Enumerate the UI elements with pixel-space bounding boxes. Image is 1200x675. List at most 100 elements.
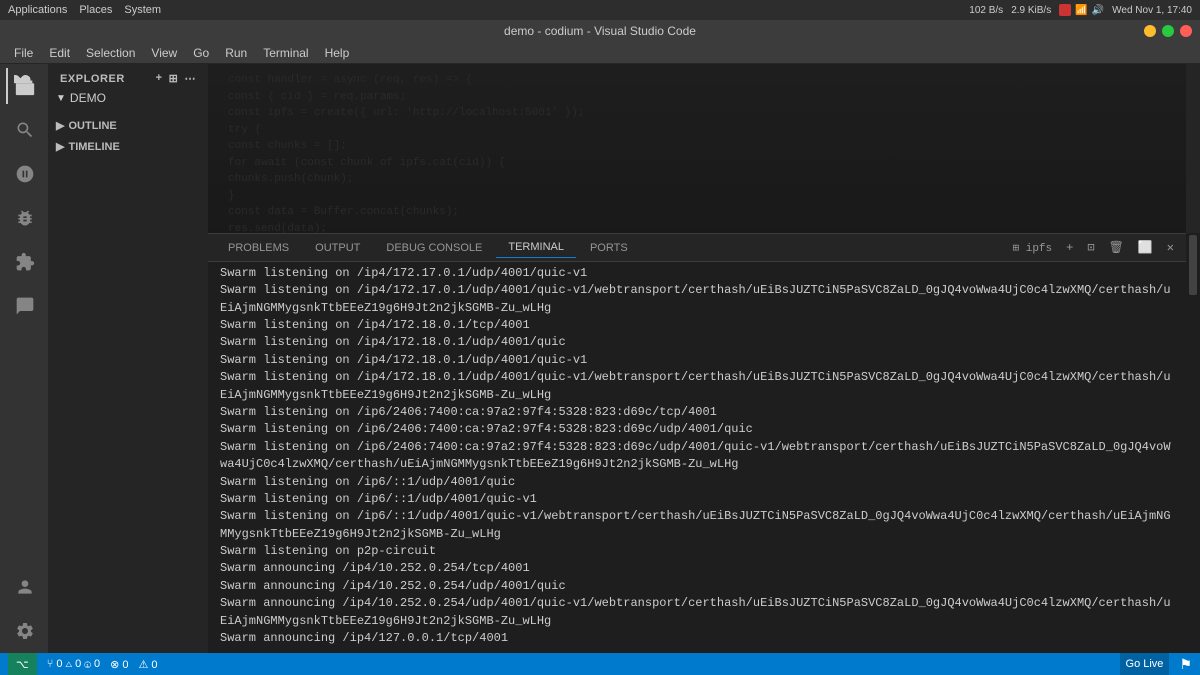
editor-overlay: const handler = async (req, res) => { co…	[208, 64, 1186, 233]
menu-file[interactable]: File	[6, 44, 41, 62]
terminal-scrollbar-area	[1186, 233, 1200, 653]
terminal-add-icon[interactable]: +	[1062, 239, 1077, 257]
timeline-label: TIMELINE	[68, 141, 119, 153]
errors-indicator[interactable]: ⊗ 0	[110, 658, 128, 671]
outline-header[interactable]: ▶ OUTLINE	[56, 119, 200, 132]
outline-label: OUTLINE	[68, 120, 116, 132]
terminal-line: Swarm listening on /ip4/172.18.0.1/tcp/4…	[220, 317, 1174, 334]
system-menu[interactable]: System	[124, 4, 161, 16]
editor-canvas: const handler = async (req, res) => { co…	[208, 64, 1186, 233]
network-speed-down: 2.9 KiB/s	[1011, 5, 1051, 16]
system-bar-right: 102 B/s 2.9 KiB/s 📶 🔊 Wed Nov 1, 17:40	[969, 4, 1192, 16]
folder-label: DEMO	[70, 91, 106, 105]
git-branch-status[interactable]: ⑂ 0 △ 0 ⓘ 0	[47, 658, 100, 670]
folder-arrow-icon: ▼	[56, 93, 66, 104]
system-tray-icons: 📶 🔊	[1059, 4, 1104, 16]
tab-ports[interactable]: PORTS	[578, 238, 640, 258]
activity-git[interactable]	[6, 156, 42, 192]
activity-search[interactable]	[6, 112, 42, 148]
right-panel	[1186, 64, 1200, 653]
terminal-line: Swarm listening on /ip4/172.17.0.1/udp/4…	[220, 265, 1174, 282]
wifi-icon: 📶	[1075, 5, 1087, 16]
more-options-icon[interactable]: ⋯	[184, 72, 196, 85]
activity-debug[interactable]	[6, 200, 42, 236]
terminal-trash-icon[interactable]: 🗑	[1105, 238, 1128, 257]
tab-output[interactable]: OUTPUT	[303, 238, 372, 258]
terminal-line: Swarm listening on /ip4/172.18.0.1/udp/4…	[220, 334, 1174, 351]
menu-help[interactable]: Help	[317, 44, 358, 62]
tab-terminal[interactable]: TERMINAL	[496, 237, 576, 258]
window-title: demo - codium - Visual Studio Code	[504, 24, 696, 38]
menu-edit[interactable]: Edit	[41, 44, 78, 62]
warnings-indicator[interactable]: ⚠ 0	[139, 658, 158, 671]
terminal-line: Swarm listening on /ip6/::1/udp/4001/qui…	[220, 508, 1174, 543]
terminal-line: Swarm listening on /ip4/172.18.0.1/udp/4…	[220, 369, 1174, 404]
outline-section: ▶ OUTLINE	[48, 115, 208, 136]
terminal-scrollbar-thumb[interactable]	[1189, 235, 1197, 295]
places-menu[interactable]: Places	[79, 4, 112, 16]
terminal-line: Swarm listening on /ip6/2406:7400:ca:97a…	[220, 439, 1174, 474]
terminal-line: Swarm listening on p2p-circuit	[220, 543, 1174, 560]
title-bar: demo - codium - Visual Studio Code	[0, 20, 1200, 42]
terminal-line: Swarm listening on /ip6/2406:7400:ca:97a…	[220, 404, 1174, 421]
outline-arrow-icon: ▶	[56, 119, 64, 132]
menu-view[interactable]: View	[143, 44, 185, 62]
new-file-icon[interactable]: +	[156, 72, 163, 85]
close-button[interactable]	[1180, 25, 1192, 37]
tab-debug-console[interactable]: DEBUG CONSOLE	[374, 238, 494, 258]
timeline-header[interactable]: ▶ TIMELINE	[56, 140, 200, 153]
terminal-tabs: PROBLEMS OUTPUT DEBUG CONSOLE TERMINAL P…	[208, 234, 1186, 262]
activity-settings[interactable]	[6, 613, 42, 649]
timeline-section: ▶ TIMELINE	[48, 136, 208, 157]
timeline-arrow-icon: ▶	[56, 140, 64, 153]
terminal-tabs-left: PROBLEMS OUTPUT DEBUG CONSOLE TERMINAL P…	[216, 237, 640, 258]
terminal-line: Swarm listening on /ip6/2406:7400:ca:97a…	[220, 421, 1174, 438]
activity-bar	[0, 64, 48, 653]
datetime-display: Wed Nov 1, 17:40	[1112, 5, 1192, 16]
activity-remote[interactable]	[6, 288, 42, 324]
activity-extensions[interactable]	[6, 244, 42, 280]
terminal-line: Swarm listening on /ip4/172.17.0.1/udp/4…	[220, 282, 1174, 317]
status-bar-left: ⌥ ⑂ 0 △ 0 ⓘ 0 ⊗ 0 ⚠ 0	[8, 653, 158, 675]
applications-menu[interactable]: Applications	[8, 4, 67, 16]
terminal-split-icon[interactable]: ⊡	[1083, 238, 1098, 257]
recording-icon	[1059, 4, 1071, 16]
go-live-button[interactable]: Go Live	[1120, 653, 1170, 675]
terminal-maximize-icon[interactable]: ⬜	[1134, 238, 1157, 257]
maximize-button[interactable]	[1162, 25, 1174, 37]
broadcast-icon[interactable]: ⚑	[1179, 656, 1192, 673]
activity-account[interactable]	[6, 569, 42, 605]
terminal-line: Swarm announcing /ip4/127.0.0.1/tcp/4001	[220, 630, 1174, 647]
terminal-line: Swarm announcing /ip4/10.252.0.254/udp/4…	[220, 595, 1174, 630]
terminal-line: Swarm listening on /ip6/::1/udp/4001/qui…	[220, 491, 1174, 508]
new-folder-icon[interactable]: ⊞	[169, 72, 179, 85]
terminal-name-label: ⊞ ipfs	[1009, 239, 1057, 257]
battery-icon: 🔊	[1092, 5, 1104, 16]
terminal-line: Swarm announcing /ip4/10.252.0.254/udp/4…	[220, 578, 1174, 595]
tab-problems[interactable]: PROBLEMS	[216, 238, 301, 258]
menu-terminal[interactable]: Terminal	[255, 44, 316, 62]
remote-indicator[interactable]: ⌥	[8, 653, 37, 675]
terminal-tabs-right: ⊞ ipfs + ⊡ 🗑 ⬜ ✕	[1009, 238, 1179, 257]
sidebar-header-icons: + ⊞ ⋯	[156, 72, 196, 85]
menu-go[interactable]: Go	[185, 44, 217, 62]
editor-area: const handler = async (req, res) => { co…	[208, 64, 1186, 653]
terminal-close-icon[interactable]: ✕	[1163, 238, 1178, 257]
sidebar: EXPLORER + ⊞ ⋯ ▼ DEMO ▶ OUTLINE ▶ TIMELI…	[48, 64, 208, 653]
terminal-content[interactable]: [santhoshm@paradise]-[~/Personal/statik/…	[208, 262, 1186, 653]
system-bar-left: Applications Places System	[8, 4, 161, 16]
terminal-line: Swarm announcing /ip4/10.252.0.254/tcp/4…	[220, 560, 1174, 577]
minimize-button[interactable]	[1144, 25, 1156, 37]
activity-bar-bottom	[6, 569, 42, 649]
sidebar-folder-demo[interactable]: ▼ DEMO	[48, 89, 208, 107]
main-layout: EXPLORER + ⊞ ⋯ ▼ DEMO ▶ OUTLINE ▶ TIMELI…	[0, 64, 1200, 653]
activity-explorer[interactable]	[6, 68, 42, 104]
editor-background-code: const handler = async (req, res) => { co…	[208, 64, 1186, 233]
explorer-label: EXPLORER	[60, 73, 125, 85]
terminal-line: Swarm listening on /ip4/172.18.0.1/udp/4…	[220, 352, 1174, 369]
sidebar-header: EXPLORER + ⊞ ⋯	[48, 64, 208, 89]
menu-run[interactable]: Run	[217, 44, 255, 62]
system-bar: Applications Places System 102 B/s 2.9 K…	[0, 0, 1200, 20]
menu-selection[interactable]: Selection	[78, 44, 143, 62]
terminal-output: Initializing daemon...Kubo version: 0.22…	[220, 262, 1174, 647]
